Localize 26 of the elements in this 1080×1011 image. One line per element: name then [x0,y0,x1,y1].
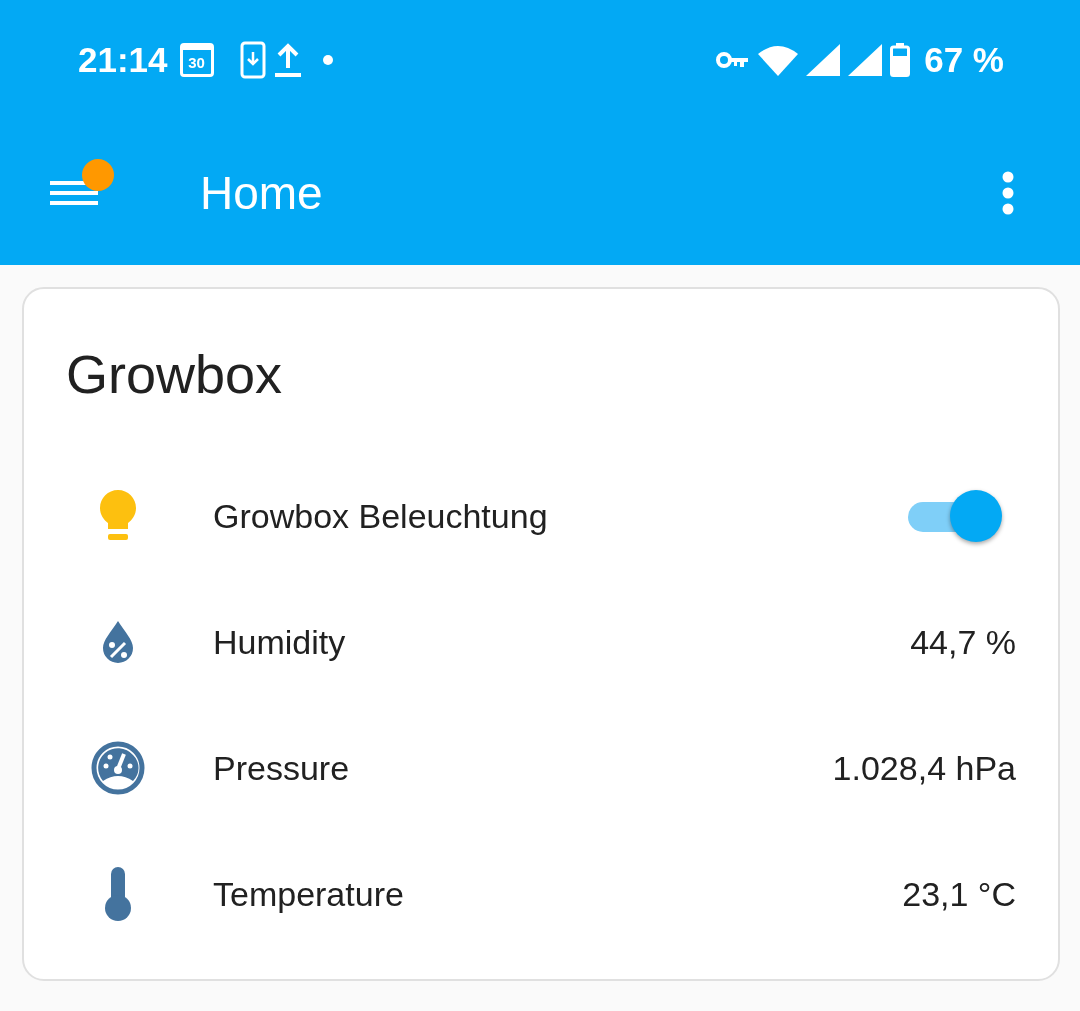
gauge-icon [91,741,145,795]
card-title: Growbox [66,343,284,405]
page-title: Home [200,165,323,220]
more-options-icon[interactable] [1002,170,1014,215]
battery-percent: 67 % [924,40,1004,80]
clock-time: 21:14 [78,40,168,80]
sensor-value: 23,1 °C [902,874,1016,914]
signal-icon [806,44,841,76]
signal-icon [848,44,883,76]
upload-icon [273,42,302,78]
entity-name: Humidity [213,622,346,662]
entity-name: Temperature [213,874,404,914]
water-drop-icon [101,620,135,664]
entity-name: Growbox Beleuchtung [213,496,548,536]
phone-download-icon [239,41,266,79]
entity-name: Pressure [213,748,350,788]
wifi-icon [758,44,799,76]
sensor-value: 1.028,4 hPa [832,748,1016,788]
key-icon [716,50,751,70]
dot-icon [321,54,334,66]
sensor-value: 44,7 % [910,622,1016,662]
toggle-switch[interactable] [908,488,1004,544]
thermometer-icon [103,866,133,922]
battery-icon [890,43,911,77]
calendar-icon: 30 [179,43,214,77]
menu-icon [50,178,98,207]
